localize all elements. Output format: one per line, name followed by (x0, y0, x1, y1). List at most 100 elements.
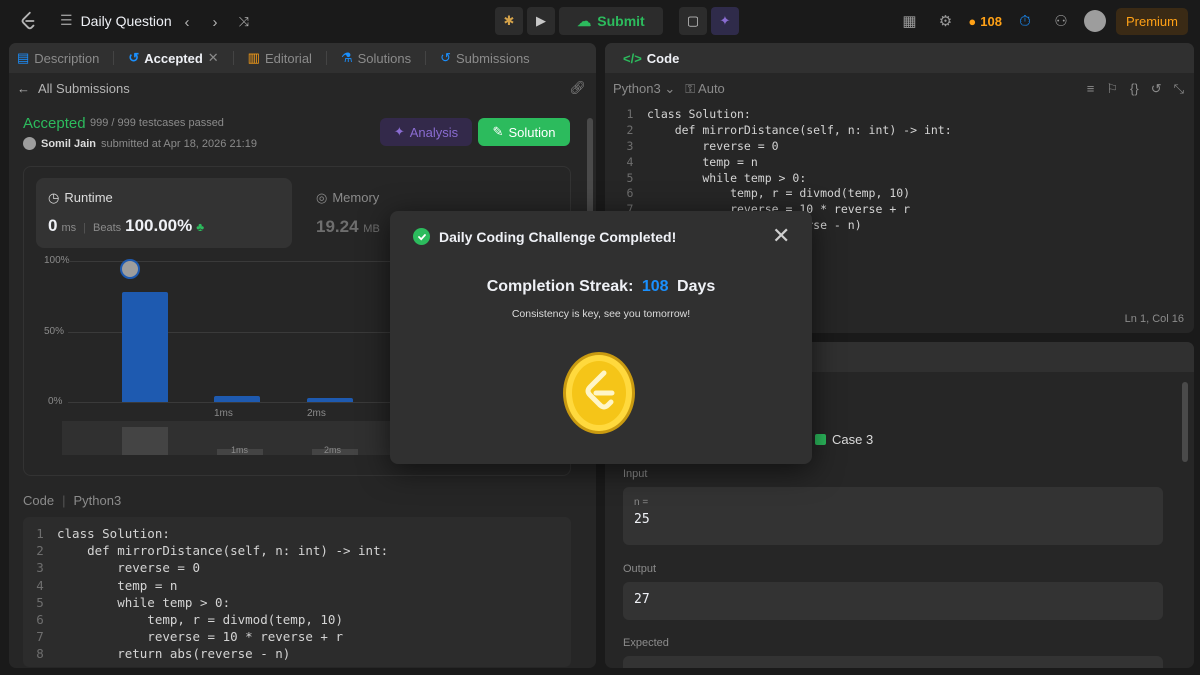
divider: | (62, 493, 66, 508)
run-controls: ✱ ▶ ☁ Submit ▢ ✦ (495, 7, 739, 35)
chevron-left-icon: ‹ (184, 13, 190, 31)
beats-label: Beats (93, 222, 122, 234)
code-text: reverse = 10 * reverse + r (57, 629, 343, 645)
solution-label: Solution (508, 124, 556, 140)
line-number: 2 (626, 122, 634, 137)
analysis-label: Analysis (409, 124, 459, 140)
tab-accepted[interactable]: ↺ Accepted ✕ (128, 50, 218, 66)
modal-header: Daily Coding Challenge Completed! (413, 228, 676, 245)
editor-tabbar: </> Code (605, 43, 1194, 73)
line-number: 5 (36, 594, 44, 610)
tab-solutions[interactable]: ⚗ Solutions (341, 50, 411, 66)
beats-icon: ♣ (196, 220, 205, 234)
your-result-marker[interactable] (120, 259, 140, 279)
format-icon[interactable]: ≡ (1087, 81, 1095, 97)
runtime-title-text: Runtime (64, 190, 113, 205)
code-line: 3 reverse = 0 (613, 139, 1183, 155)
chart-bar[interactable] (122, 292, 168, 402)
braces-icon[interactable]: {} (1130, 81, 1139, 97)
submitted-code-block: 1 class Solution: 2 def mirrorDistance(sel… (23, 517, 571, 667)
line-number: 7 (36, 629, 44, 645)
auto-label: Auto (698, 81, 725, 96)
range-handle[interactable] (122, 427, 168, 455)
reset-icon[interactable]: ↺ (1151, 81, 1162, 97)
completion-streak: Completion Streak: 108 Days (390, 278, 812, 296)
share-link-icon[interactable]: 🔗︎ (569, 80, 586, 96)
language-select[interactable]: Python3 ⌄ (613, 81, 675, 97)
bookmark-icon[interactable]: ⚐ (1106, 81, 1118, 97)
line-number: 3 (626, 138, 634, 153)
avatar[interactable] (1083, 10, 1106, 32)
close-tab-icon[interactable]: ✕ (208, 50, 219, 66)
problem-list-button[interactable]: ☰ Daily Question (60, 12, 172, 29)
auto-mode[interactable]: ⚿ Auto (685, 81, 725, 97)
run-button[interactable]: ▶ (527, 7, 555, 35)
chevron-down-icon: ⌄ (664, 81, 676, 96)
timer-button[interactable]: ⏱ (1012, 7, 1038, 35)
debug-button[interactable]: ✱ (495, 7, 523, 35)
fire-icon: ● (968, 13, 977, 29)
code-line: 2 def mirrorDistance(self, n: int) -> in… (613, 123, 1183, 139)
code-line: 5 while temp > 0: (23, 594, 571, 611)
solution-button[interactable]: ✎ Solution (478, 118, 570, 146)
leetcode-logo-icon[interactable] (17, 10, 39, 32)
code-line: 8 return abs(reverse - n) (23, 645, 571, 662)
tab-submissions[interactable]: ↺ Submissions (440, 50, 530, 66)
tab-code[interactable]: </> Code (613, 51, 679, 66)
runtime-card[interactable]: ◷ Runtime 0 ms | Beats 100.00% ♣ (36, 178, 292, 248)
code-text: class Solution: (57, 526, 170, 541)
next-problem-button[interactable]: › (206, 8, 224, 36)
add-collaborator-button[interactable]: ⚇ (1048, 7, 1074, 35)
problem-list-label: Daily Question (80, 12, 172, 29)
input-value: 25 (634, 512, 650, 527)
divider: | (83, 222, 86, 234)
bug-icon: ✱ (503, 13, 515, 28)
submitted-text: submitted at Apr 18, 2026 21:19 (101, 137, 257, 150)
code-text: temp = n (647, 154, 758, 169)
case-label: Case 3 (832, 432, 874, 447)
code-text: return abs(reverse - n) (57, 646, 291, 662)
code-text: def mirrorDistance(self, n: int) -> int: (57, 543, 389, 559)
notes-button[interactable]: ▢ (679, 7, 707, 35)
line-number: 6 (36, 611, 44, 627)
sparkle-icon: ✦ (393, 124, 405, 139)
submit-label: Submit (597, 13, 645, 29)
line-number: 8 (36, 646, 44, 662)
prev-problem-button[interactable]: ‹ (178, 8, 196, 36)
ai-assist-button[interactable]: ✦ (711, 7, 739, 35)
layout-button[interactable]: ▦ (896, 7, 922, 35)
scrollbar[interactable] (1182, 382, 1188, 462)
user-name[interactable]: Somil Jain (41, 138, 96, 150)
case-3-tab[interactable]: Case 3 (815, 432, 873, 447)
close-icon[interactable]: ✕ (772, 225, 790, 247)
line-number: 1 (626, 107, 634, 121)
tab-label: Code (646, 50, 680, 66)
streak-counter[interactable]: ● 108 (968, 14, 1002, 29)
modal-title: Daily Coding Challenge Completed! (439, 228, 677, 245)
fullscreen-icon[interactable]: ⤡ (1174, 81, 1184, 97)
memory-title[interactable]: ◎ Memory (316, 190, 379, 206)
code-icon: </> (623, 50, 642, 66)
back-to-submissions-link[interactable]: ← All Submissions (17, 81, 130, 96)
input-label: Input (623, 468, 648, 480)
submit-button[interactable]: ☁ Submit (559, 7, 663, 35)
chart-bar[interactable] (214, 396, 260, 402)
grid-icon: ▦ (902, 13, 917, 30)
settings-button[interactable]: ⚙ (932, 7, 958, 35)
arrow-left-icon: ← (17, 81, 30, 96)
random-problem-button[interactable]: ⤨ (234, 8, 254, 36)
input-box: n = 25 (623, 487, 1163, 545)
tab-description[interactable]: ▤ Description (17, 50, 99, 66)
add-user-icon: ⚇ (1054, 13, 1068, 30)
code-line: 3 reverse = 0 (23, 559, 571, 576)
gear-icon: ⚙ (938, 13, 953, 30)
premium-button[interactable]: Premium (1115, 7, 1188, 35)
tab-label: Description (34, 50, 100, 66)
chart-bar[interactable] (307, 397, 353, 402)
output-value: 27 (634, 592, 650, 607)
tab-editorial[interactable]: ▥ Editorial (248, 50, 312, 66)
analysis-button[interactable]: ✦ Analysis (380, 118, 472, 146)
memory-title-text: Memory (332, 190, 380, 205)
play-icon: ▶ (536, 13, 546, 28)
code-line: 7 reverse = 10 * reverse + r (23, 628, 571, 645)
